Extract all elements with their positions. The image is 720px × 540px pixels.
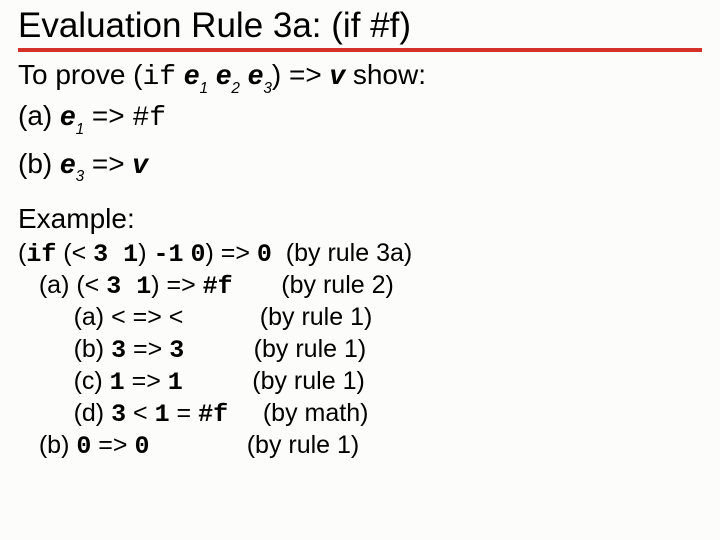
text: show:	[345, 59, 426, 90]
result: 0	[257, 240, 272, 269]
note: (by math)	[228, 399, 368, 427]
literal: 1	[155, 400, 170, 429]
slide-body: To prove (if e1 e2 e3) => v show: (a) e1…	[18, 56, 702, 463]
literal: 3	[111, 336, 126, 365]
example-line-7: (b) 0 => 0 (by rule 1)	[18, 430, 702, 462]
literal: 1	[168, 368, 183, 397]
text: (a) (<	[18, 271, 106, 299]
text: ) =>	[151, 271, 202, 299]
arrow: =>	[84, 148, 132, 179]
literal: 3 1	[93, 240, 138, 269]
example-line-4: (b) 3 => 3 (by rule 1)	[18, 334, 702, 366]
var-e: e	[216, 59, 232, 90]
literal: 3	[169, 336, 184, 365]
step-a: (a) e1 => #f	[18, 97, 702, 138]
if-keyword: if	[143, 62, 177, 93]
text: =	[170, 399, 199, 427]
sub-2: 2	[231, 80, 240, 97]
literal: 0	[190, 240, 205, 269]
text: (b)	[18, 431, 76, 459]
sub-3: 3	[76, 168, 85, 185]
label: (a)	[18, 100, 60, 131]
text: ) =>	[272, 59, 330, 90]
var-e: e	[60, 148, 76, 179]
text: (c)	[18, 367, 110, 395]
text: (d)	[18, 399, 111, 427]
example-line-1: (if (< 3 1) -1 0) => 0 (by rule 3a)	[18, 238, 702, 270]
note: (by rule 1)	[149, 431, 359, 459]
literal: 0	[76, 432, 91, 461]
example-line-2: (a) (< 3 1) => #f (by rule 2)	[18, 270, 702, 302]
if-keyword: if	[26, 240, 56, 269]
sub-3: 3	[263, 80, 272, 97]
literal: 1	[110, 368, 125, 397]
space	[240, 59, 248, 90]
note: (by rule 1)	[184, 335, 366, 363]
text: )	[138, 239, 153, 267]
note: (by rule 2)	[233, 271, 394, 299]
text: ) =>	[205, 239, 256, 267]
text: (a) < => <	[18, 303, 183, 331]
text: =>	[125, 367, 168, 395]
text: (b)	[18, 335, 111, 363]
label: (b)	[18, 148, 60, 179]
literal: 3	[111, 400, 126, 429]
false-literal: #f	[132, 103, 166, 134]
note: (by rule 3a)	[272, 239, 412, 267]
note: (by rule 1)	[183, 367, 365, 395]
sub-1: 1	[76, 121, 85, 138]
example-block: (if (< 3 1) -1 0) => 0 (by rule 3a) (a) …	[18, 238, 702, 463]
sub-1: 1	[199, 80, 208, 97]
false-literal: #f	[198, 400, 228, 429]
space	[208, 59, 216, 90]
var-e: e	[248, 59, 264, 90]
text: =>	[91, 431, 134, 459]
text: To prove (	[18, 59, 143, 90]
text: =>	[126, 335, 169, 363]
var-v: v	[329, 59, 345, 90]
text: <	[126, 399, 155, 427]
step-b: (b) e3 => v	[18, 145, 702, 186]
arrow: =>	[84, 100, 132, 131]
example-line-5: (c) 1 => 1 (by rule 1)	[18, 366, 702, 398]
space	[176, 59, 184, 90]
false-literal: #f	[203, 272, 233, 301]
example-heading: Example:	[18, 200, 702, 238]
slide-title: Evaluation Rule 3a: (if #f)	[18, 6, 702, 52]
literal: 0	[134, 432, 149, 461]
to-prove-line: To prove (if e1 e2 e3) => v show:	[18, 56, 702, 97]
var-v: v	[132, 148, 148, 179]
slide: Evaluation Rule 3a: (if #f) To prove (if…	[0, 0, 720, 463]
example-line-6: (d) 3 < 1 = #f (by math)	[18, 398, 702, 430]
note: (by rule 1)	[183, 303, 372, 331]
example-line-3: (a) < => < (by rule 1)	[18, 302, 702, 333]
literal: -1	[153, 240, 183, 269]
literal: 3 1	[106, 272, 151, 301]
text: (<	[56, 239, 93, 267]
var-e: e	[60, 100, 76, 131]
var-e: e	[184, 59, 200, 90]
